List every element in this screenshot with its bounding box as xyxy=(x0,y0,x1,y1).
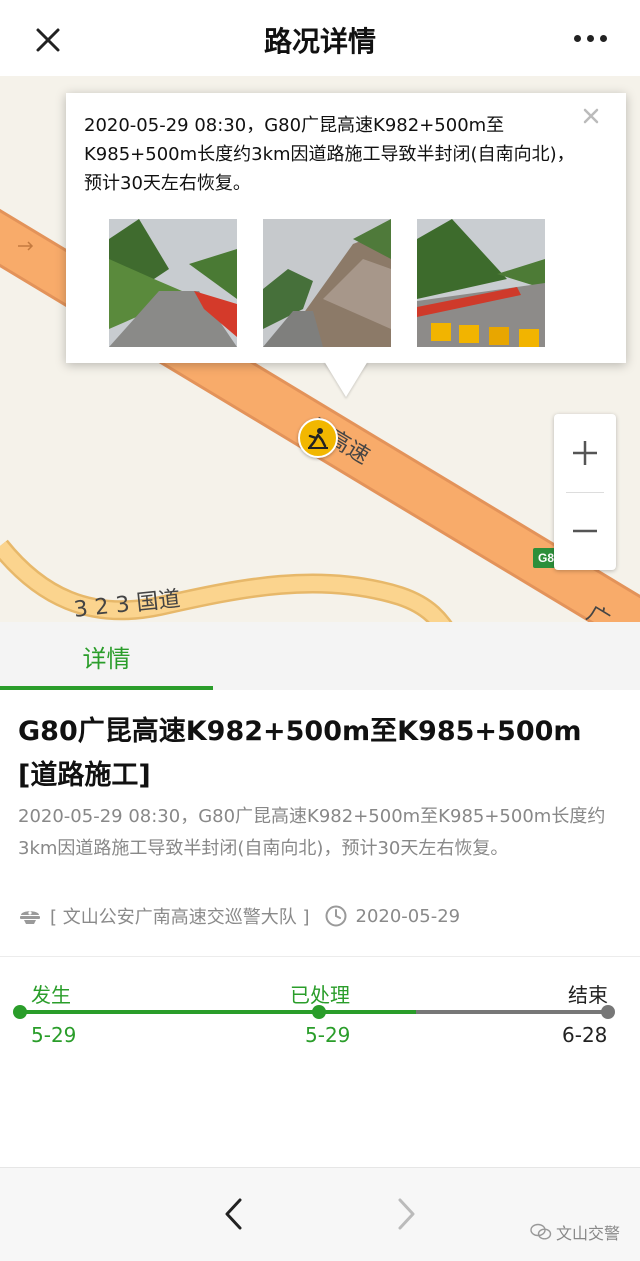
popup-pointer xyxy=(324,361,368,397)
timeline-label-occurred: 发生 xyxy=(31,983,71,1007)
site-photo[interactable] xyxy=(263,219,391,347)
incident-date: 2020-05-29 xyxy=(355,905,461,927)
page-title: 路况详情 xyxy=(263,25,376,58)
zoom-in-button[interactable] xyxy=(554,414,616,492)
watermark: 文山交警 xyxy=(530,1220,620,1244)
site-photo[interactable] xyxy=(109,219,237,347)
incident-source: [ 文山公安广南高速交巡警大队 ] xyxy=(50,907,310,928)
police-badge-icon xyxy=(18,904,42,928)
popup-close-icon[interactable] xyxy=(578,103,604,129)
timeline-label-handled: 已处理 xyxy=(290,983,350,1007)
incident-title: G80广昆高速K982+500m至K985+500m [道路施工] xyxy=(18,710,618,798)
timeline-date-ended: 6-28 xyxy=(562,1023,608,1047)
browser-bottom-bar: 文山交警 xyxy=(0,1167,640,1261)
clock-icon xyxy=(324,904,348,928)
map-view[interactable]: 昆高速 广 3 2 3 国道 G8 2020-05-29 08:30，G80广昆… xyxy=(0,76,640,622)
timeline-date-handled: 5-29 xyxy=(305,1023,351,1047)
wechat-icon xyxy=(530,1223,552,1241)
timeline-progress-pending xyxy=(416,1010,608,1014)
timeline-progress-done xyxy=(20,1010,416,1014)
popup-description: 2020-05-29 08:30，G80广昆高速K982+500m至K985+5… xyxy=(84,115,575,194)
incident-road-segment: G80广昆高速K982+500m至K985+500m xyxy=(18,716,582,747)
more-options-icon[interactable] xyxy=(574,26,610,50)
incident-popup: 2020-05-29 08:30，G80广昆高速K982+500m至K985+5… xyxy=(66,93,626,397)
tab-bar: 详情 xyxy=(0,622,640,690)
back-arrow-icon[interactable] xyxy=(218,1194,248,1234)
road-work-icon[interactable] xyxy=(298,418,338,458)
timeline-dot-occurred xyxy=(13,1005,27,1019)
incident-meta: [ 文山公安广南高速交巡警大队 ] 2020-05-29 xyxy=(18,901,460,931)
incident-category: [道路施工] xyxy=(18,760,151,791)
site-photo[interactable] xyxy=(417,219,545,347)
tab-details[interactable]: 详情 xyxy=(0,622,213,690)
top-nav-bar: 路况详情 xyxy=(0,0,640,76)
watermark-text: 文山交警 xyxy=(555,1224,620,1243)
popup-photo-strip xyxy=(109,219,545,347)
incident-description: 2020-05-29 08:30，G80广昆高速K982+500m至K985+5… xyxy=(18,806,606,859)
progress-timeline: 发生 已处理 结束 5-29 5-29 6-28 xyxy=(0,957,640,1167)
timeline-label-ended: 结束 xyxy=(568,983,608,1007)
forward-arrow-icon[interactable] xyxy=(392,1194,422,1234)
zoom-out-button[interactable] xyxy=(554,492,616,570)
incident-detail: G80广昆高速K982+500m至K985+500m [道路施工] 2020-0… xyxy=(0,690,640,956)
timeline-date-occurred: 5-29 xyxy=(31,1023,77,1047)
zoom-control xyxy=(554,414,616,570)
